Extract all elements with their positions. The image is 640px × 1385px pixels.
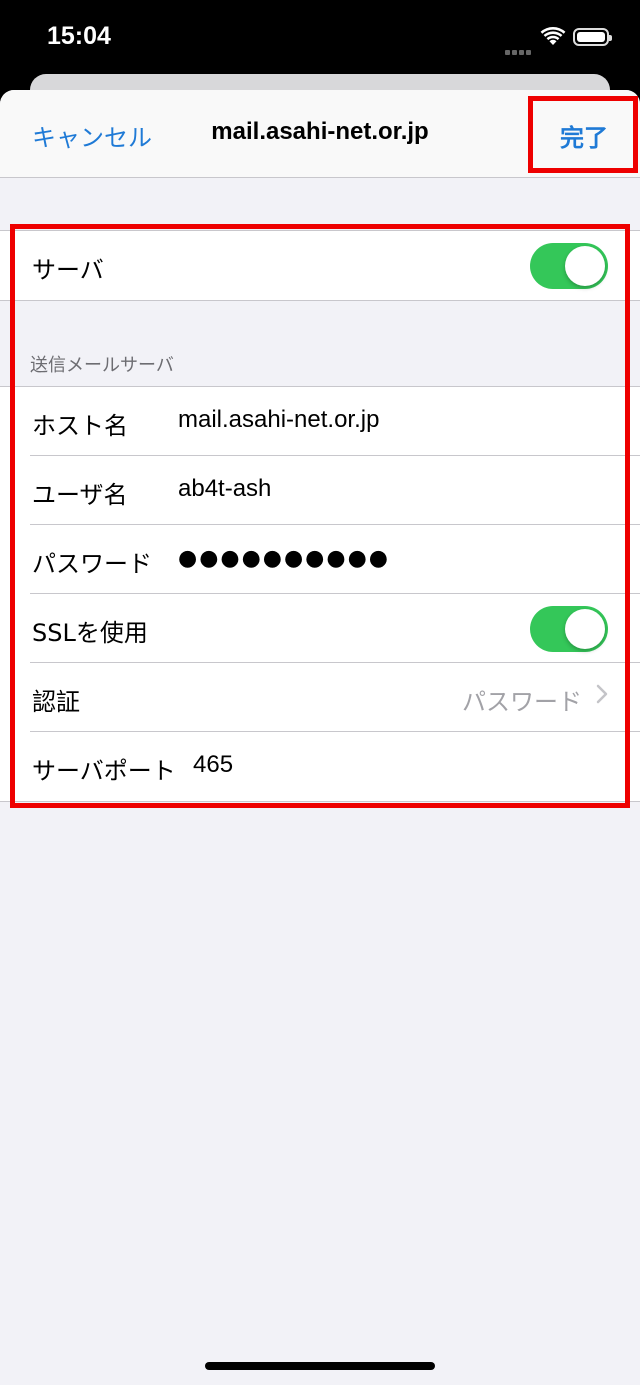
user-label: ユーザ名	[32, 481, 128, 509]
chevron-right-icon	[596, 683, 608, 711]
wifi-icon	[540, 27, 566, 51]
server-toggle[interactable]	[530, 243, 608, 289]
server-label: サーバ	[32, 256, 104, 284]
port-row: サーバポート 465	[0, 732, 640, 801]
divider	[0, 300, 640, 301]
password-row: パスワード ●●●●●●●●●●	[0, 525, 640, 594]
mail-settings-sheet: キャンセル mail.asahi-net.or.jp 完了 サーバ 送信メールサ…	[0, 90, 640, 1385]
password-label: パスワード	[32, 550, 152, 578]
page-title: mail.asahi-net.or.jp	[211, 118, 429, 145]
outgoing-server-group: ホスト名 mail.asahi-net.or.jp ユーザ名 ab4t-ash …	[0, 387, 640, 801]
status-bar: 15:04	[0, 0, 640, 80]
status-time: 15:04	[47, 22, 111, 50]
toggle-knob	[565, 609, 605, 649]
home-indicator[interactable]	[205, 1362, 435, 1370]
auth-row[interactable]: 認証 パスワード	[0, 663, 640, 732]
port-label: サーバポート	[32, 757, 176, 785]
auth-value: パスワード	[462, 688, 582, 716]
port-input[interactable]: 465	[193, 751, 233, 779]
done-button[interactable]: 完了	[560, 118, 608, 153]
section-header: 送信メールサーバ	[30, 355, 174, 376]
user-input[interactable]: ab4t-ash	[178, 475, 271, 503]
password-input[interactable]: ●●●●●●●●●●	[178, 546, 390, 571]
toggle-knob	[565, 246, 605, 286]
auth-label: 認証	[32, 688, 80, 716]
ssl-toggle[interactable]	[530, 606, 608, 652]
user-row: ユーザ名 ab4t-ash	[0, 456, 640, 525]
server-group: サーバ	[0, 231, 640, 300]
battery-icon	[573, 28, 612, 46]
host-label: ホスト名	[32, 412, 128, 440]
cellular-signal-icon	[505, 40, 535, 55]
ssl-row: SSLを使用	[0, 594, 640, 663]
host-row: ホスト名 mail.asahi-net.or.jp	[0, 387, 640, 456]
navigation-bar: キャンセル mail.asahi-net.or.jp 完了	[0, 90, 640, 178]
divider	[0, 801, 640, 802]
host-input[interactable]: mail.asahi-net.or.jp	[178, 406, 379, 434]
server-row: サーバ	[0, 231, 640, 300]
ssl-label: SSLを使用	[32, 619, 148, 647]
